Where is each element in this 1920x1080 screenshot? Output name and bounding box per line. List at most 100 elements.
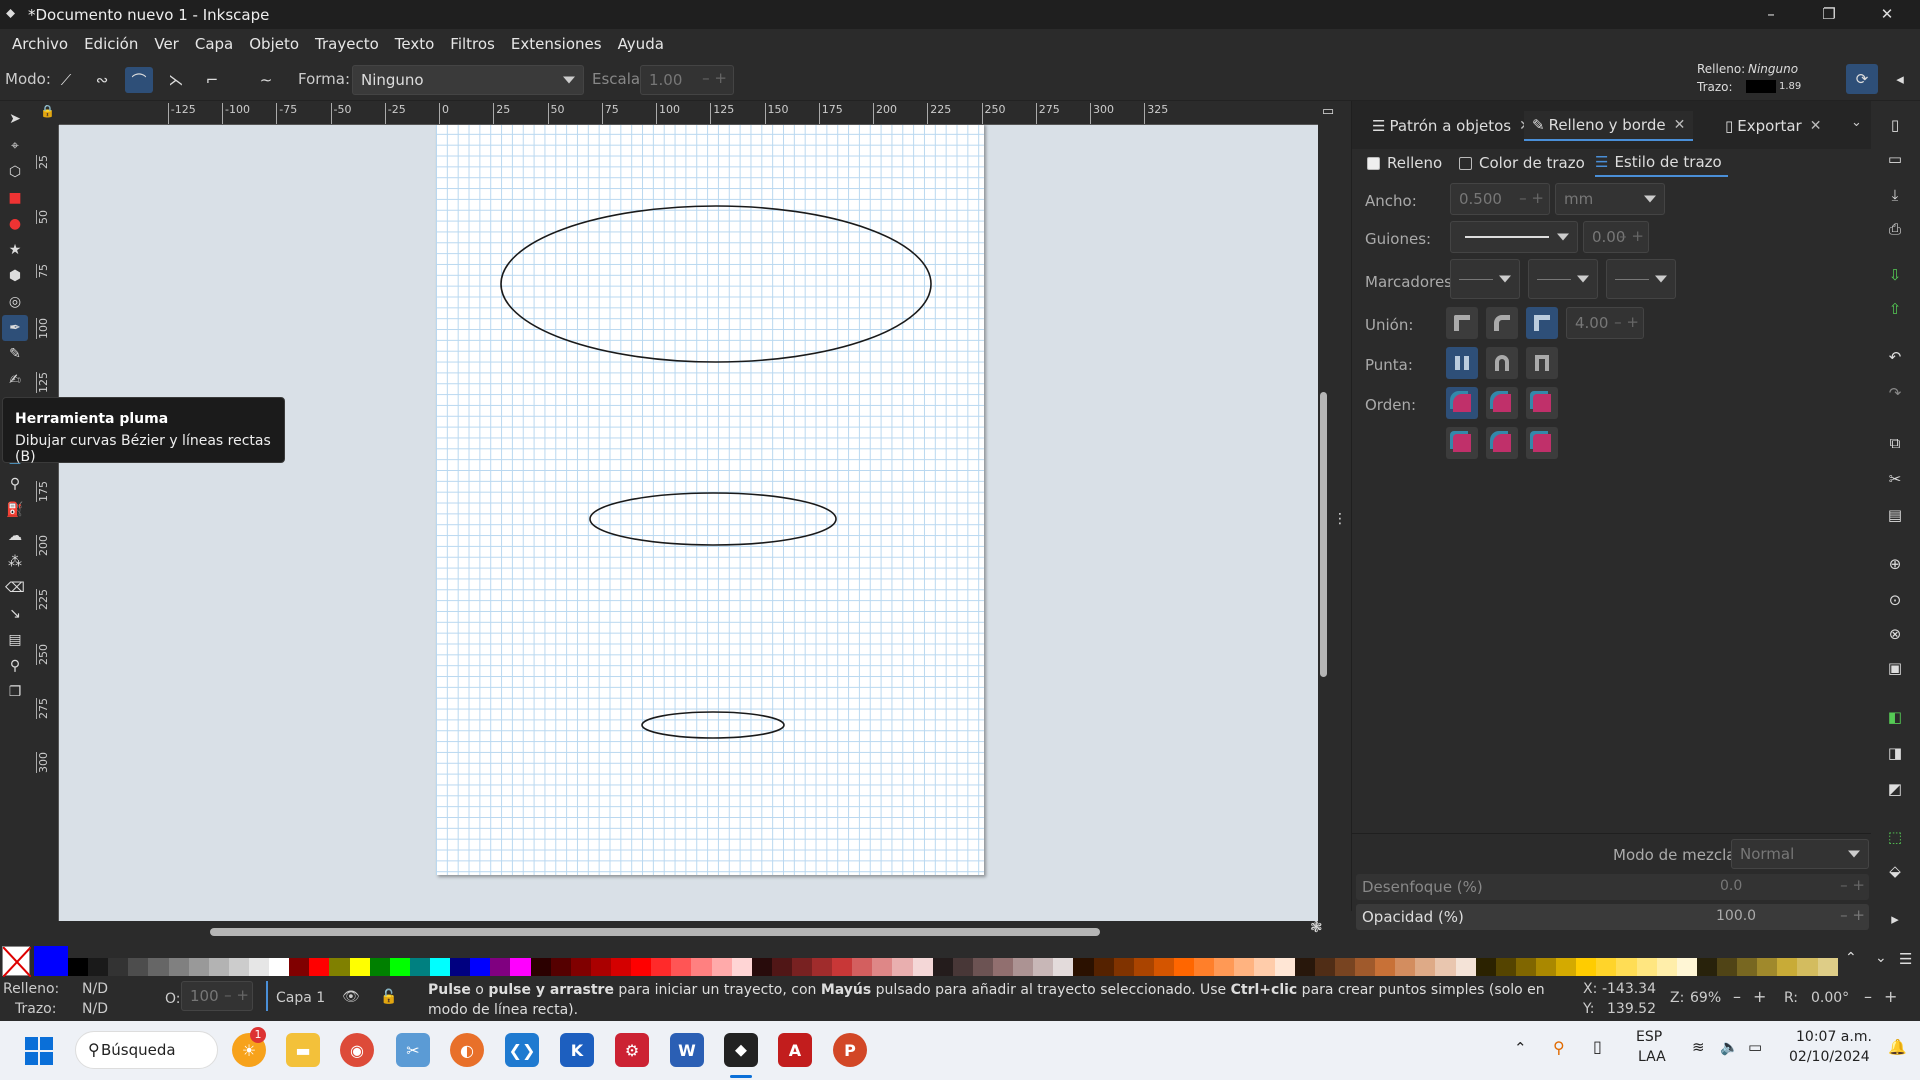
acrobat-icon[interactable]: A — [778, 1033, 812, 1067]
end-marker-select[interactable] — [1606, 259, 1676, 299]
tweak-tool-icon[interactable]: ☁ — [2, 523, 28, 549]
palette-swatch[interactable] — [1355, 958, 1376, 976]
node-tool-icon[interactable]: ⌖ — [2, 133, 28, 159]
palette-swatch[interactable] — [1334, 958, 1355, 976]
close-tab-icon[interactable]: ✕ — [1674, 117, 1686, 133]
current-color-swatch[interactable] — [34, 946, 68, 976]
palette-swatch[interactable] — [651, 958, 672, 976]
width-unit-select[interactable]: mm — [1555, 183, 1665, 215]
palette-swatch[interactable] — [1294, 958, 1315, 976]
no-paint-swatch[interactable] — [2, 946, 32, 978]
close-button[interactable]: ✕ — [1858, 0, 1916, 29]
palette-swatch[interactable] — [691, 958, 712, 976]
snap-toggle-icon[interactable]: ⟳ — [1846, 64, 1878, 94]
menu-capa[interactable]: Capa — [187, 35, 241, 53]
miter-join-icon[interactable] — [1526, 307, 1558, 339]
redo-icon[interactable]: ↷ — [1883, 381, 1907, 405]
palette-swatch[interactable] — [1435, 958, 1456, 976]
unlink-clone-icon[interactable]: ◩ — [1883, 777, 1907, 801]
palette-swatch[interactable] — [1817, 958, 1838, 976]
palette-swatch[interactable] — [993, 958, 1014, 976]
palette-swatch[interactable] — [1314, 958, 1335, 976]
close-tab-icon[interactable]: ✕ — [1810, 118, 1822, 134]
tab-patron-objetos[interactable]: ☰ Patrón a objetos ✕ — [1372, 111, 1531, 141]
palette-swatch[interactable] — [631, 958, 652, 976]
battery-icon[interactable]: ▭ — [1748, 1038, 1762, 1056]
palette-swatch[interactable] — [369, 958, 390, 976]
dropper-tool-icon[interactable]: ⚲ — [2, 471, 28, 497]
palette-swatch[interactable] — [1576, 958, 1597, 976]
palette-swatch[interactable] — [731, 958, 752, 976]
paint-order-2-icon[interactable] — [1486, 387, 1518, 419]
palette-swatch[interactable] — [1234, 958, 1255, 976]
palette-swatch[interactable] — [128, 958, 149, 976]
palette-swatch[interactable] — [1636, 958, 1657, 976]
palette-menu-icon[interactable]: ☰ — [1899, 950, 1912, 968]
mid-marker-select[interactable] — [1528, 259, 1598, 299]
shape-builder-icon[interactable]: ⬡ — [2, 159, 28, 185]
tab-exportar[interactable]: ▯ Exportar ✕ — [1725, 111, 1821, 141]
tray-app-icon[interactable]: ⚲ — [1553, 1038, 1565, 1057]
minimize-button[interactable]: – — [1742, 0, 1800, 29]
paste-icon[interactable]: ▤ — [1883, 503, 1907, 527]
wifi-icon[interactable]: ≋ — [1692, 1038, 1705, 1056]
palette-swatch[interactable] — [409, 958, 430, 976]
powerpoint-icon[interactable]: P — [833, 1033, 867, 1067]
paint-order-3-icon[interactable] — [1526, 387, 1558, 419]
palette-swatch[interactable] — [349, 958, 370, 976]
palette-swatch[interactable] — [771, 958, 792, 976]
copy-icon[interactable]: ⧉ — [1883, 431, 1907, 455]
palette-scroll-down-icon[interactable]: ⌄ — [1875, 950, 1887, 966]
import-icon[interactable]: ⇩ — [1883, 263, 1907, 287]
scale-spinbox[interactable]: 1.00 – + — [640, 65, 734, 95]
palette-swatch[interactable] — [1174, 958, 1195, 976]
palette-swatch[interactable] — [1133, 958, 1154, 976]
zoom-tool-icon[interactable]: ⚲ — [2, 653, 28, 679]
paint-order-5-icon[interactable] — [1486, 427, 1518, 459]
undo-icon[interactable]: ↶ — [1883, 345, 1907, 369]
eraser-tool-icon[interactable]: ⌫ — [2, 575, 28, 601]
palette-swatch[interactable] — [1093, 958, 1114, 976]
volume-icon[interactable]: 🔈 — [1720, 1038, 1739, 1056]
palette-swatch[interactable] — [912, 958, 933, 976]
paint-order-6-icon[interactable] — [1526, 427, 1558, 459]
palette-swatch[interactable] — [470, 958, 491, 976]
palette-swatch[interactable] — [791, 958, 813, 976]
app-icon[interactable]: ◐ — [450, 1033, 484, 1067]
round-join-icon[interactable] — [1486, 307, 1518, 339]
palette-swatch[interactable] — [1495, 958, 1516, 976]
spiro-mode-icon[interactable]: ∾ — [88, 67, 116, 93]
lock-guides-icon[interactable]: 🔒 — [40, 104, 55, 118]
pages-tool-icon[interactable]: ▤ — [2, 627, 28, 653]
zoom-page-icon[interactable]: ⊗ — [1883, 622, 1907, 646]
palette-swatch[interactable] — [711, 958, 732, 976]
word-icon[interactable]: W — [670, 1033, 704, 1067]
paint-order-4-icon[interactable] — [1446, 427, 1478, 459]
butt-cap-icon[interactable] — [1446, 347, 1478, 379]
vscode-icon[interactable]: ❮❯ — [505, 1033, 539, 1067]
menu-filtros[interactable]: Filtros — [442, 35, 503, 53]
palette-swatch[interactable] — [570, 958, 591, 976]
language-primary[interactable]: ESP — [1636, 1029, 1662, 1045]
palette-swatch[interactable] — [289, 958, 310, 976]
chrome-icon[interactable]: ◉ — [340, 1033, 374, 1067]
palette-swatch[interactable] — [751, 958, 772, 976]
bspline-mode-icon[interactable]: ⌒ — [125, 67, 153, 93]
menu-extensiones[interactable]: Extensiones — [503, 35, 610, 53]
open-file-icon[interactable]: ▭ — [1883, 147, 1907, 171]
palette-swatch[interactable] — [148, 958, 169, 976]
layer-lock-icon[interactable]: 🔓 — [380, 989, 397, 1005]
palette-swatch[interactable] — [590, 958, 611, 976]
horizontal-scrollbar[interactable] — [210, 928, 1100, 936]
display-mode-icon[interactable]: ▭ — [1318, 104, 1338, 122]
palette-swatch[interactable] — [1797, 958, 1818, 976]
dash-offset-spinbox[interactable]: 0.00 – + — [1583, 221, 1649, 253]
notifications-bell-icon[interactable]: 🔔 — [1888, 1038, 1907, 1056]
palette-swatch[interactable] — [269, 958, 290, 976]
tabs-overflow-icon[interactable]: ⌄ — [1851, 115, 1862, 130]
dock-handle-icon[interactable]: ⋮ — [1333, 511, 1347, 527]
tab-relleno-borde[interactable]: ✎ Relleno y borde ✕ — [1524, 111, 1694, 141]
clock-time[interactable]: 10:07 a.m. — [1796, 1029, 1872, 1045]
box3d-tool-icon[interactable]: ⬢ — [2, 263, 28, 289]
inkscape-taskbar-icon[interactable]: ⬥ — [724, 1033, 758, 1067]
